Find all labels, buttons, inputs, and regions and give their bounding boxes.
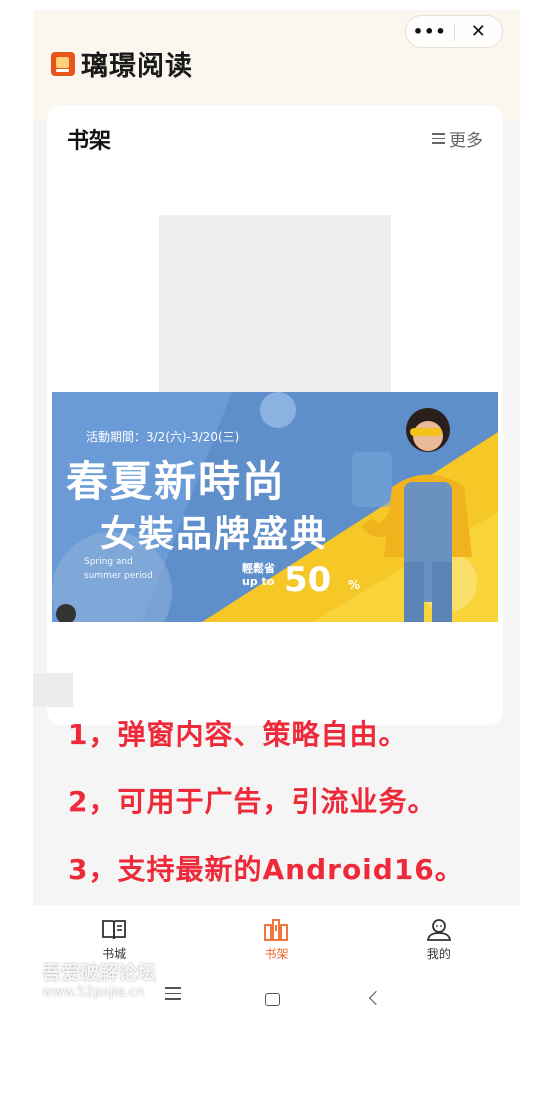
note-line-1: 1，弹窗内容、策略自由。: [68, 718, 408, 751]
capsule-menu: ••• ✕: [405, 15, 503, 48]
tab-profile-label: 我的: [426, 947, 451, 961]
open-book-icon: [102, 920, 127, 940]
note-line-3: 3，支持最新的Android16。: [68, 853, 464, 886]
shelf-more-button[interactable]: 更多: [432, 126, 483, 151]
home-button[interactable]: [265, 993, 280, 1006]
app-title: 璃璟阅读: [51, 44, 193, 83]
tab-profile[interactable]: 我的: [358, 905, 520, 973]
close-button[interactable]: ✕: [455, 16, 503, 47]
book-logo-icon: [51, 51, 75, 76]
back-button[interactable]: [368, 990, 384, 1006]
banner-discount-label: 輕鬆省 up to: [242, 562, 275, 588]
more-options-button[interactable]: •••: [406, 16, 454, 47]
banner-subtitle: 女裝品牌盛典: [100, 513, 329, 555]
close-icon: ✕: [470, 21, 486, 42]
ad-corner-icon: [56, 604, 76, 622]
app-title-text: 璃璟阅读: [81, 51, 193, 82]
banner-title: 春夏新時尚: [66, 457, 287, 506]
shelf-more-label: 更多: [449, 131, 483, 151]
watermark-url: www.52pojie.cn: [42, 985, 145, 1000]
tab-bookshelf-label: 书架: [264, 947, 289, 961]
watermark: 吾爱破解论坛 www.52pojie.cn: [42, 958, 156, 1000]
banner-period: 活動期間：3/2(六)-3/20(三): [86, 430, 240, 444]
banner-discount-unit: %: [348, 578, 361, 592]
tab-bookshelf[interactable]: 书架: [195, 905, 357, 973]
ad-banner[interactable]: 活動期間：3/2(六)-3/20(三) 春夏新時尚 女裝品牌盛典 Spring …: [52, 392, 498, 622]
user-icon: [426, 919, 451, 941]
menu-lines-icon: [432, 133, 445, 144]
bookshelf-icon: [264, 919, 289, 941]
shelf-title: 书架: [67, 129, 112, 154]
mini-program-screen: 璃璟阅读 ••• ✕ 书架 更多 活動期間：3/2(六)-3/20(三) 春夏新…: [33, 10, 520, 1020]
gray-strip: [33, 673, 73, 707]
recent-apps-button[interactable]: [165, 987, 181, 1004]
banner-english-text: Spring and summer period: [84, 557, 153, 581]
note-line-2: 2，可用于广告，引流业务。: [68, 785, 437, 818]
watermark-main: 吾爱破解论坛: [42, 962, 157, 984]
banner-discount: 50: [284, 560, 332, 600]
more-dots-icon: •••: [412, 22, 447, 41]
header: 璃璟阅读 ••• ✕: [33, 10, 520, 120]
